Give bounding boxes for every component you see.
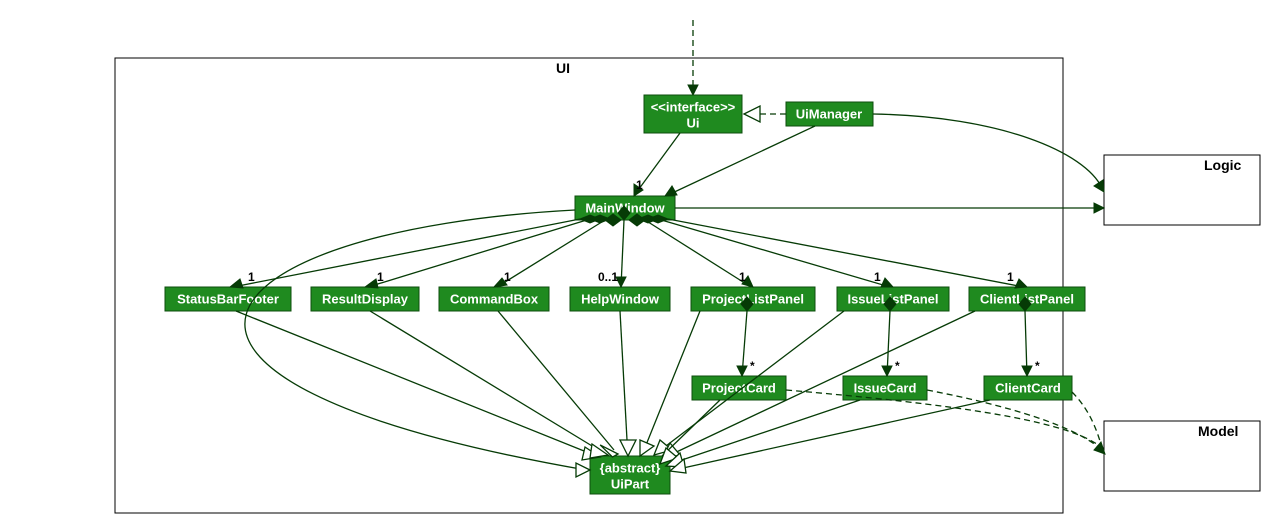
edge-commandbox-uipart <box>498 311 614 450</box>
edge-projectcard-uipart <box>662 400 720 456</box>
class-result-display: ResultDisplay <box>311 287 419 311</box>
edge-mw-resultdisplay <box>368 219 590 287</box>
tri-projectlist-uipart <box>640 440 654 456</box>
class-ui-manager: UiManager <box>786 102 873 126</box>
mult-commandbox: 1 <box>504 270 511 284</box>
svg-text:IssueCard: IssueCard <box>854 380 917 395</box>
svg-text:CommandBox: CommandBox <box>450 291 539 306</box>
class-project-card: ProjectCard <box>692 376 786 400</box>
svg-text:UiPart: UiPart <box>611 476 650 491</box>
tri-uimanager-ui <box>744 106 760 122</box>
class-ui-interface: <<interface>> Ui <box>644 95 742 133</box>
mult-projectlist: 1 <box>739 270 746 284</box>
edge-uimanager-mainwindow <box>668 126 815 195</box>
class-issue-card: IssueCard <box>843 376 927 400</box>
arrow-external-to-ui <box>688 85 698 95</box>
package-model-label: Model <box>1198 423 1238 439</box>
mult-mainwindow: 1 <box>636 178 643 192</box>
svg-text:{abstract}: {abstract} <box>600 460 661 475</box>
arrow-issuelist-issuecard <box>882 366 892 376</box>
arrow-clientlist-clientcard <box>1022 366 1032 376</box>
edge-clientcard-model <box>1072 392 1103 452</box>
tri-resultdisplay-uipart <box>590 444 608 458</box>
svg-text:Ui: Ui <box>687 115 700 130</box>
edge-statusbar-uipart <box>236 311 594 455</box>
edge-clientcard-uipart <box>674 400 990 470</box>
edge-issuelist-uipart <box>658 311 844 452</box>
mult-helpwindow: 0..1 <box>598 270 618 284</box>
mult-clientcard: * <box>1035 359 1040 373</box>
edge-uimanager-logic <box>873 114 1102 188</box>
svg-text:ClientCard: ClientCard <box>995 380 1061 395</box>
arrow-mw-issuelist <box>881 278 893 287</box>
svg-text:UiManager: UiManager <box>796 106 862 121</box>
edge-mw-commandbox <box>497 220 605 287</box>
mult-issuelist: 1 <box>874 270 881 284</box>
arrow-uimanager-mainwindow <box>665 186 677 196</box>
svg-text:ResultDisplay: ResultDisplay <box>322 291 409 306</box>
mult-clientlist: 1 <box>1007 270 1014 284</box>
arrow-mw-statusbar <box>230 279 243 288</box>
edge-mw-statusbar <box>233 219 580 287</box>
mult-issuecard: * <box>895 359 900 373</box>
arrow-mainwindow-logic <box>1094 203 1104 213</box>
class-status-bar: StatusBarFooter <box>165 287 291 311</box>
svg-text:HelpWindow: HelpWindow <box>581 291 660 306</box>
class-command-box: CommandBox <box>439 287 549 311</box>
edge-resultdisplay-uipart <box>370 311 602 452</box>
class-help-window: HelpWindow <box>570 287 670 311</box>
package-logic-label: Logic <box>1204 157 1242 173</box>
arrow-projectlist-projectcard <box>737 366 747 376</box>
svg-text:ProjectCard: ProjectCard <box>702 380 776 395</box>
mult-resultdisplay: 1 <box>377 270 384 284</box>
arrow-mw-clientlist <box>1015 279 1027 288</box>
mult-projectcard: * <box>750 359 755 373</box>
class-project-list-panel: ProjectListPanel <box>691 287 815 311</box>
edge-helpwindow-uipart <box>620 311 627 440</box>
svg-text:<<interface>>: <<interface>> <box>651 99 736 114</box>
mult-statusbar: 1 <box>248 270 255 284</box>
package-ui-label: UI <box>556 60 570 76</box>
tri-helpwindow-uipart <box>620 440 636 456</box>
edge-mw-clientlist <box>668 219 1024 287</box>
edge-mw-issuelist <box>658 219 890 287</box>
svg-text:StatusBarFooter: StatusBarFooter <box>177 291 279 306</box>
class-client-card: ClientCard <box>984 376 1072 400</box>
tri-mw-uipart <box>576 463 590 477</box>
class-ui-part: {abstract} UiPart <box>590 456 670 494</box>
